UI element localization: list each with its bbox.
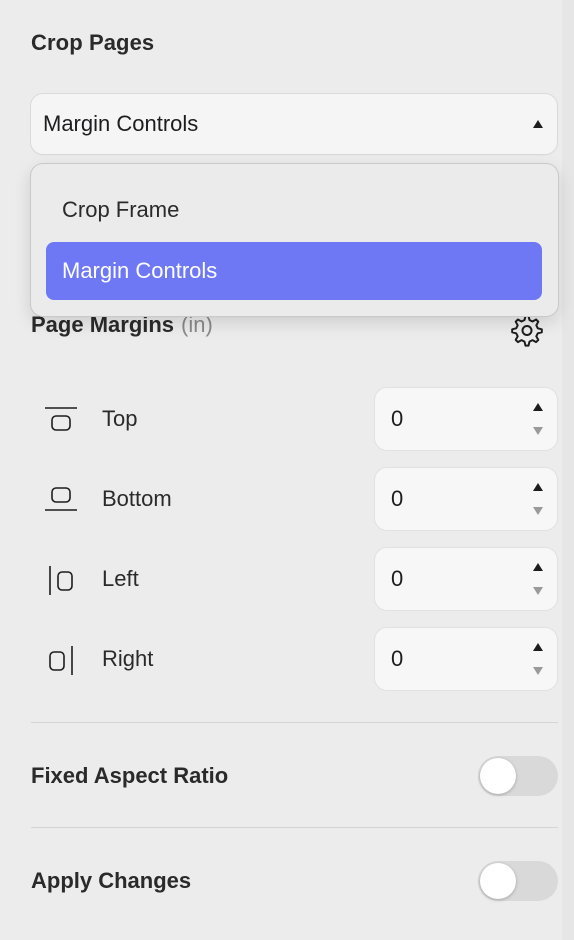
margin-label-right: Right [102, 646, 154, 671]
menu-option-crop-frame[interactable]: Crop Frame [46, 181, 542, 239]
mode-select-value: Margin Controls [43, 111, 199, 136]
margin-top-icon [45, 407, 77, 431]
toggle-knob [480, 758, 516, 794]
margin-label-bottom: Bottom [102, 486, 172, 511]
crop-pages-panel: Crop Pages Margin Controls Crop Frame Ma… [0, 0, 574, 940]
margin-left-stepper[interactable]: 0 [375, 548, 557, 610]
increment-icon[interactable] [533, 483, 543, 491]
margin-label-left: Left [102, 566, 139, 591]
section-title: Crop Pages [31, 30, 155, 55]
decrement-icon[interactable] [533, 427, 543, 435]
margin-left-icon [49, 566, 73, 595]
margin-label-top: Top [102, 406, 138, 431]
mode-select[interactable]: Margin Controls [31, 94, 557, 154]
margin-right-icon [49, 646, 73, 675]
margin-bottom-icon [45, 487, 77, 511]
margin-top-value[interactable]: 0 [391, 406, 403, 432]
apply-changes-toggle[interactable] [478, 861, 558, 901]
fixed-aspect-ratio-row: Fixed Aspect Ratio [31, 756, 558, 796]
apply-changes-label: Apply Changes [31, 868, 192, 893]
scrollbar-track[interactable] [562, 0, 574, 940]
margin-row-bottom: Bottom 0 [44, 468, 558, 530]
apply-changes-row: Apply Changes [31, 861, 558, 901]
margin-row-left: Left 0 [44, 548, 558, 610]
margin-row-top: Top 0 [44, 388, 558, 450]
mode-dropdown-menu: Crop Frame Margin Controls [31, 164, 558, 316]
increment-icon[interactable] [533, 563, 543, 571]
margin-right-value[interactable]: 0 [391, 646, 403, 672]
divider [31, 827, 558, 828]
increment-icon[interactable] [533, 403, 543, 411]
margin-right-stepper[interactable]: 0 [375, 628, 557, 690]
margin-row-right: Right 0 [44, 628, 558, 690]
menu-option-margin-controls[interactable]: Margin Controls [46, 242, 542, 300]
margin-top-stepper[interactable]: 0 [375, 388, 557, 450]
margin-bottom-stepper[interactable]: 0 [375, 468, 557, 530]
fixed-aspect-ratio-label: Fixed Aspect Ratio [31, 763, 229, 788]
increment-icon[interactable] [533, 643, 543, 651]
margin-bottom-value[interactable]: 0 [391, 486, 403, 512]
margin-left-value[interactable]: 0 [391, 566, 403, 592]
divider [31, 722, 558, 723]
decrement-icon[interactable] [533, 587, 543, 595]
fixed-aspect-ratio-toggle[interactable] [478, 756, 558, 796]
decrement-icon[interactable] [533, 507, 543, 515]
chevron-up-icon [533, 120, 543, 128]
decrement-icon[interactable] [533, 667, 543, 675]
toggle-knob [480, 863, 516, 899]
